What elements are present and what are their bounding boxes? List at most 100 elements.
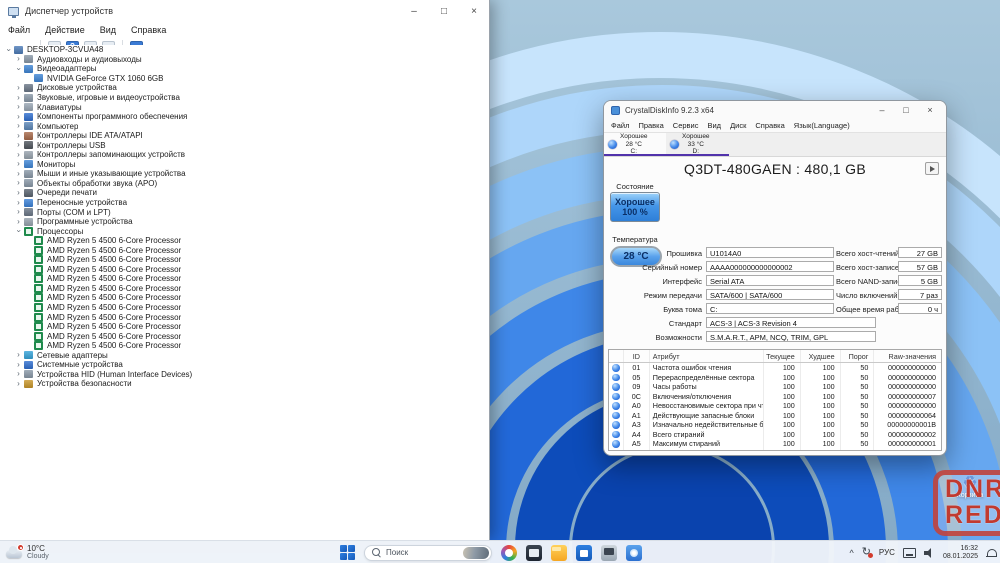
tree-item[interactable]: ›Мыши и иные указывающие устройства — [0, 169, 489, 179]
tree-item[interactable]: AMD Ryzen 5 4500 6-Core Processor — [0, 303, 489, 313]
tree-item[interactable]: ›Программные устройства — [0, 217, 489, 227]
hidden-icons-chevron[interactable]: ^ — [849, 548, 853, 558]
tree-chevron-icon[interactable]: › — [14, 113, 23, 121]
tree-chevron-icon[interactable]: › — [14, 199, 23, 207]
minimize-button[interactable]: – — [399, 0, 429, 22]
tree-chevron-icon[interactable]: › — [14, 179, 23, 187]
tree-item[interactable]: AMD Ryzen 5 4500 6-Core Processor — [0, 265, 489, 275]
tree-chevron-icon[interactable]: › — [14, 141, 23, 149]
tree-item[interactable]: ›Видеоадаптеры — [0, 64, 489, 74]
tree-chevron-icon[interactable]: › — [14, 151, 23, 159]
tree-chevron-icon[interactable]: › — [14, 351, 23, 359]
network-icon[interactable] — [903, 548, 916, 558]
dm-menu-item-0[interactable]: Файл — [8, 25, 30, 35]
tree-item[interactable]: ›Аудиовходы и аудиовыходы — [0, 55, 489, 65]
taskbar-widgets-icon[interactable] — [501, 545, 517, 561]
tree-chevron-icon[interactable]: › — [14, 370, 23, 378]
tree-item[interactable]: AMD Ryzen 5 4500 6-Core Processor — [0, 274, 489, 284]
file-explorer-icon[interactable] — [551, 545, 567, 561]
disk-tab-d[interactable]: Хорошее 33 °C D: — [666, 133, 728, 156]
tree-item[interactable]: ›Клавиатуры — [0, 102, 489, 112]
tree-item[interactable]: AMD Ryzen 5 4500 6-Core Processor — [0, 331, 489, 341]
cdi-minimize-button[interactable]: – — [870, 101, 894, 119]
update-tray-icon[interactable]: ↻ — [862, 547, 871, 558]
tree-item[interactable]: ›DESKTOP-3CVUA48 — [0, 45, 489, 55]
tree-item[interactable]: AMD Ryzen 5 4500 6-Core Processor — [0, 312, 489, 322]
tree-item[interactable]: ›Дисковые устройства — [0, 83, 489, 93]
tree-chevron-icon[interactable]: › — [14, 170, 23, 178]
dm-menu-item-3[interactable]: Справка — [131, 25, 166, 35]
tree-chevron-icon[interactable]: › — [14, 160, 23, 168]
microsoft-store-icon[interactable] — [576, 545, 592, 561]
dm-menu-item-1[interactable]: Действие — [45, 25, 85, 35]
smart-attribute-row[interactable]: A3Изначально недействительные блоки10010… — [609, 420, 941, 430]
tree-item[interactable]: NVIDIA GeForce GTX 1060 6GB — [0, 74, 489, 84]
tree-item[interactable]: ›Переносные устройства — [0, 198, 489, 208]
weather-widget[interactable]: 10°C Cloudy — [6, 542, 49, 563]
language-indicator[interactable]: РУС — [879, 548, 895, 557]
device-manager-titlebar[interactable]: Диспетчер устройств – □ × — [0, 0, 489, 22]
tree-item[interactable]: ›Очереди печати — [0, 188, 489, 198]
smart-attribute-row[interactable]: A4Всего стираний10010050000000000002 — [609, 430, 941, 440]
cdi-menu-item-3[interactable]: Вид — [707, 121, 721, 130]
dm-menu-item-2[interactable]: Вид — [100, 25, 116, 35]
smart-attribute-row[interactable]: A0Невосстановимые сектора при чтении/за.… — [609, 401, 941, 411]
tree-item[interactable]: ›Звуковые, игровые и видеоустройства — [0, 93, 489, 103]
smart-attribute-row[interactable]: A1Действующие запасные блоки100100500000… — [609, 411, 941, 421]
smart-attribute-row[interactable]: 01Частота ошибок чтения10010050000000000… — [609, 363, 941, 373]
tree-chevron-icon[interactable]: › — [15, 227, 23, 236]
tree-item[interactable]: ›Устройства безопасности — [0, 379, 489, 389]
health-status-button[interactable]: Хорошее 100 % — [610, 192, 660, 222]
tree-chevron-icon[interactable]: › — [14, 208, 23, 216]
tree-item[interactable]: AMD Ryzen 5 4500 6-Core Processor — [0, 284, 489, 294]
smart-attribute-row[interactable]: 09Часы работы10010050000000000000 — [609, 382, 941, 392]
tree-item[interactable]: ›Мониторы — [0, 160, 489, 170]
close-button[interactable]: × — [459, 0, 489, 22]
smart-attribute-row[interactable]: 05Перераспределённые сектора100100500000… — [609, 373, 941, 383]
task-view-icon[interactable] — [526, 545, 542, 561]
tree-item[interactable]: ›Порты (COM и LPT) — [0, 207, 489, 217]
device-manager-taskbar-icon[interactable] — [601, 545, 617, 561]
tree-item[interactable]: ›Объекты обработки звука (APO) — [0, 179, 489, 189]
tree-item[interactable]: AMD Ryzen 5 4500 6-Core Processor — [0, 341, 489, 351]
cdi-menu-item-0[interactable]: Файл — [611, 121, 629, 130]
tree-item[interactable]: AMD Ryzen 5 4500 6-Core Processor — [0, 293, 489, 303]
cdi-menu-item-2[interactable]: Сервис — [673, 121, 699, 130]
disk-tab-c[interactable]: Хорошее 28 °C C: — [604, 133, 666, 156]
tree-chevron-icon[interactable]: › — [15, 64, 23, 73]
smart-attribute-row[interactable]: A6Минимум стираний10010050000000000001 — [609, 449, 941, 452]
cdi-titlebar[interactable]: CrystalDiskInfo 9.2.3 x64 – □ × — [604, 101, 946, 119]
crystaldiskinfo-taskbar-icon[interactable] — [626, 545, 642, 561]
cdi-menu-item-6[interactable]: Язык(Language) — [794, 121, 850, 130]
clock[interactable]: 16:32 08.01.2025 — [943, 545, 978, 561]
tree-chevron-icon[interactable]: › — [14, 122, 23, 130]
smart-attribute-row[interactable]: A5Максимум стираний10010050000000000001 — [609, 439, 941, 449]
cdi-menu-item-5[interactable]: Справка — [755, 121, 784, 130]
tree-item[interactable]: ›Контроллеры USB — [0, 140, 489, 150]
tree-item[interactable]: ›Системные устройства — [0, 360, 489, 370]
tree-item[interactable]: ›Контроллеры запоминающих устройств — [0, 150, 489, 160]
tree-chevron-icon[interactable]: › — [5, 45, 13, 54]
tree-chevron-icon[interactable]: › — [14, 132, 23, 140]
start-button[interactable] — [340, 545, 355, 560]
search-input[interactable]: Поиск — [364, 545, 492, 561]
tree-chevron-icon[interactable]: › — [14, 55, 23, 63]
tree-chevron-icon[interactable]: › — [14, 103, 23, 111]
tree-chevron-icon[interactable]: › — [14, 361, 23, 369]
tree-item[interactable]: ›Процессоры — [0, 226, 489, 236]
tree-item[interactable]: ›Сетевые адаптеры — [0, 351, 489, 361]
cdi-close-button[interactable]: × — [918, 101, 942, 119]
tree-chevron-icon[interactable]: › — [14, 84, 23, 92]
cdi-menu-item-1[interactable]: Правка — [638, 121, 663, 130]
tree-item[interactable]: AMD Ryzen 5 4500 6-Core Processor — [0, 245, 489, 255]
tree-chevron-icon[interactable]: › — [14, 218, 23, 226]
tree-chevron-icon[interactable]: › — [14, 380, 23, 388]
tree-item[interactable]: ›Устройства HID (Human Interface Devices… — [0, 370, 489, 380]
maximize-button[interactable]: □ — [429, 0, 459, 22]
tree-item[interactable]: AMD Ryzen 5 4500 6-Core Processor — [0, 255, 489, 265]
tree-item[interactable]: AMD Ryzen 5 4500 6-Core Processor — [0, 236, 489, 246]
tree-item[interactable]: ›Контроллеры IDE ATA/ATAPI — [0, 131, 489, 141]
notifications-bell-icon[interactable] — [986, 548, 996, 558]
tree-item[interactable]: ›Компоненты программного обеспечения — [0, 112, 489, 122]
speaker-icon[interactable] — [924, 548, 935, 558]
